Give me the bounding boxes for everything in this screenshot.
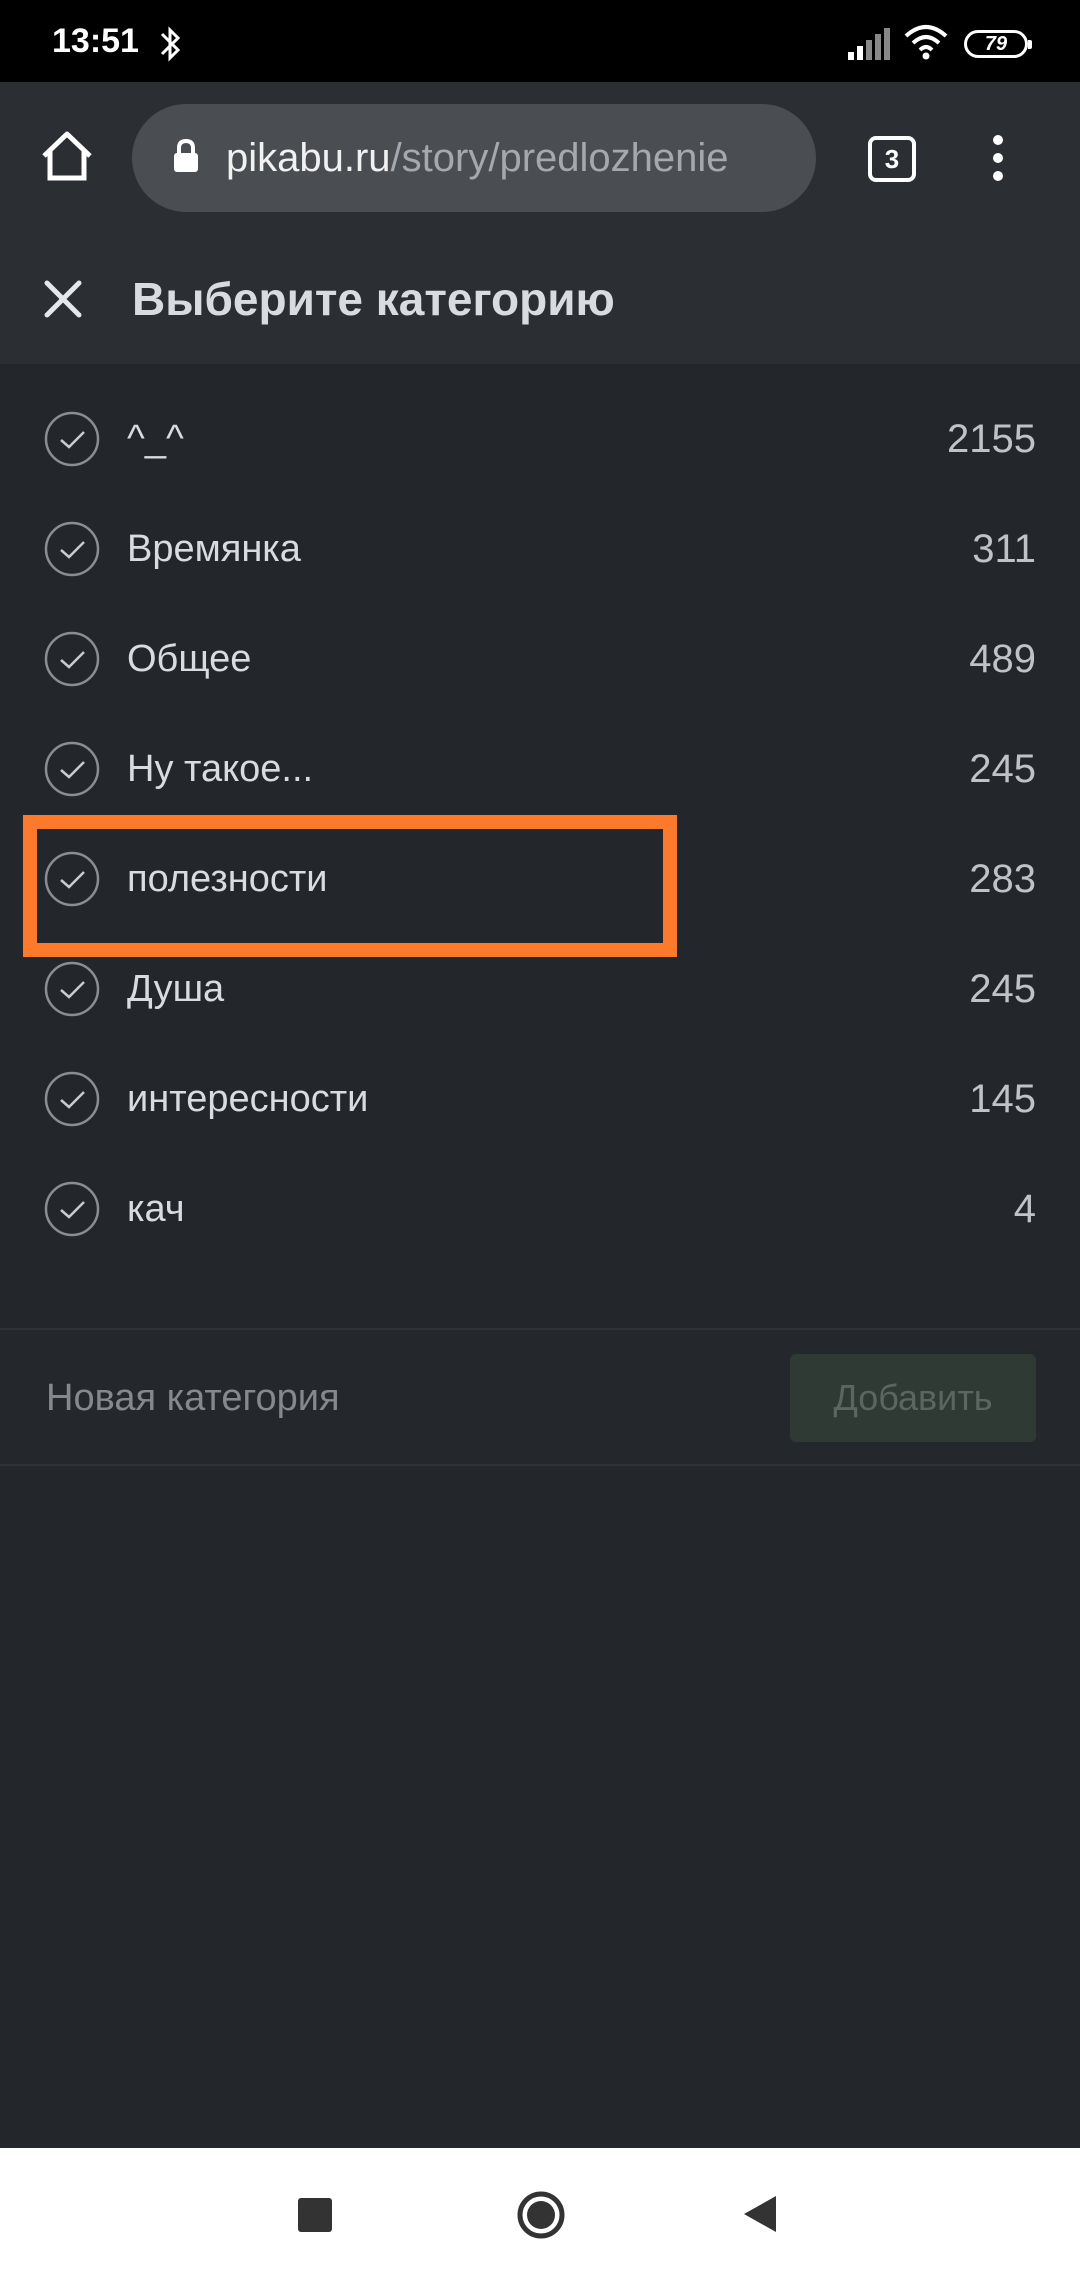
url-domain: pikabu.ru	[226, 135, 391, 180]
category-count: 489	[969, 636, 1036, 681]
category-count: 311	[972, 526, 1036, 571]
category-row[interactable]: кач 4	[0, 1154, 1080, 1264]
home-icon[interactable]	[40, 130, 94, 187]
lock-icon	[172, 138, 200, 179]
category-list: ^_^ 2155 Времянка 311 Общее 489 Ну такое…	[0, 384, 1080, 1264]
category-count: 145	[969, 1076, 1036, 1121]
close-icon[interactable]	[44, 280, 82, 323]
url-path: /story/predlozhenie	[390, 135, 729, 180]
new-category-section: Добавить	[0, 1328, 1080, 1466]
check-circle-icon[interactable]	[44, 411, 100, 467]
category-name: Ну такое...	[127, 747, 314, 790]
add-category-button[interactable]: Добавить	[790, 1354, 1036, 1442]
home-nav-icon[interactable]	[516, 2190, 566, 2245]
category-row[interactable]: Общее 489	[0, 604, 1080, 714]
wifi-icon	[904, 24, 948, 65]
url-text: pikabu.ru/story/predlozhenie	[226, 136, 786, 181]
panel-header: Выберите категорию	[0, 234, 1080, 364]
check-circle-icon[interactable]	[44, 521, 100, 577]
category-name: кач	[127, 1187, 185, 1230]
category-name: интересности	[127, 1077, 369, 1120]
bluetooth-icon	[156, 24, 186, 69]
back-nav-icon[interactable]	[742, 2194, 778, 2239]
category-name: Времянка	[127, 527, 301, 570]
category-row[interactable]: интересности 145	[0, 1044, 1080, 1154]
status-bar: 13:51 79	[0, 0, 1080, 82]
signal-icon	[848, 28, 890, 65]
check-circle-icon[interactable]	[44, 851, 100, 907]
panel-title: Выберите категорию	[132, 273, 615, 325]
status-time: 13:51	[52, 22, 139, 60]
category-count: 2155	[947, 416, 1036, 461]
category-row[interactable]: Времянка 311	[0, 494, 1080, 604]
check-circle-icon[interactable]	[44, 741, 100, 797]
category-row-highlighted[interactable]: полезности 283	[0, 824, 1080, 934]
check-circle-icon[interactable]	[44, 631, 100, 687]
category-row[interactable]: Душа 245	[0, 934, 1080, 1044]
system-nav-bar	[0, 2148, 1080, 2280]
category-name: Душа	[127, 967, 225, 1010]
category-name: ^_^	[127, 417, 184, 460]
check-circle-icon[interactable]	[44, 1071, 100, 1127]
category-row[interactable]: Ну такое... 245	[0, 714, 1080, 824]
category-count: 283	[969, 856, 1036, 901]
check-circle-icon[interactable]	[44, 1181, 100, 1237]
url-bar[interactable]: pikabu.ru/story/predlozhenie	[132, 104, 816, 212]
category-count: 245	[969, 966, 1036, 1011]
tab-switcher-button[interactable]: 3	[868, 136, 916, 182]
check-circle-icon[interactable]	[44, 961, 100, 1017]
battery-icon: 79	[964, 30, 1032, 58]
category-name: Общее	[127, 637, 252, 680]
recent-apps-icon[interactable]	[298, 2198, 332, 2232]
category-count: 4	[1013, 1186, 1036, 1231]
browser-toolbar: pikabu.ru/story/predlozhenie 3	[0, 82, 1080, 234]
category-count: 245	[969, 746, 1036, 791]
new-category-input[interactable]	[44, 1360, 748, 1436]
more-menu-icon[interactable]	[990, 134, 1006, 187]
category-row[interactable]: ^_^ 2155	[0, 384, 1080, 494]
category-name: полезности	[127, 857, 328, 900]
